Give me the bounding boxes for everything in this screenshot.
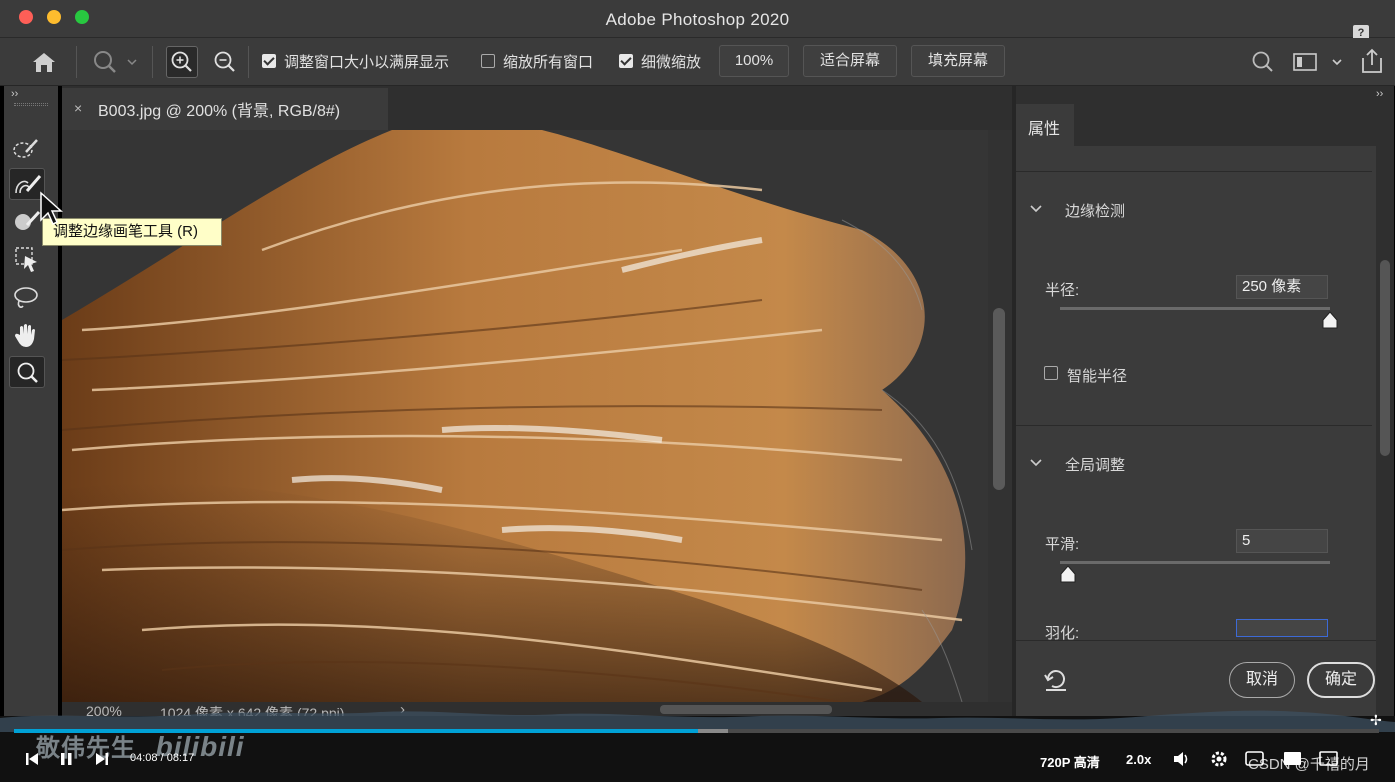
radius-input[interactable]: 250 像素 (1236, 275, 1328, 299)
smooth-input[interactable]: 5 (1236, 529, 1328, 553)
zoom-in-button[interactable] (166, 46, 198, 78)
object-selection-icon (15, 247, 37, 272)
reset-icon[interactable] (1042, 667, 1070, 693)
volume-icon[interactable] (1172, 750, 1192, 768)
radius-label: 半径: (1045, 282, 1080, 299)
canvas-scroll-thumb[interactable] (993, 308, 1005, 490)
panel-grip[interactable] (14, 103, 48, 106)
progress-end-marker-icon: ✢ (1370, 712, 1382, 728)
hand-icon (15, 324, 35, 347)
radius-slider-thumb[interactable] (1321, 310, 1339, 330)
speed-selector[interactable]: 2.0x (1126, 752, 1151, 767)
global-refinements-section-title[interactable]: 全局调整 (1065, 454, 1125, 475)
tool-tooltip: 调整边缘画笔工具 (R) (42, 218, 222, 246)
separator (152, 46, 153, 78)
chevron-down-icon[interactable] (1028, 202, 1044, 216)
csdn-credit: CSDN @千禧的月 (1248, 756, 1370, 773)
separator (76, 46, 77, 78)
zoom-in-icon (171, 51, 192, 72)
smart-radius-label: 智能半径 (1067, 368, 1128, 385)
scrubby-zoom-checkbox[interactable] (619, 54, 633, 68)
ok-button[interactable]: 确定 (1307, 662, 1375, 698)
next-icon[interactable] (94, 750, 110, 768)
zoom-100-button[interactable]: 100% (719, 45, 789, 77)
feather-input[interactable] (1236, 619, 1328, 637)
hand-tool[interactable] (9, 319, 45, 351)
scrubby-zoom-label: 细微缩放 (641, 54, 702, 71)
pause-icon[interactable] (58, 750, 74, 768)
document-tab-title: B003.jpg @ 200% (背景, RGB/8#) (98, 103, 341, 120)
lasso-tool[interactable] (9, 282, 45, 314)
panel-header-strip (1016, 86, 1394, 104)
separator (248, 46, 249, 78)
quick-selection-tool[interactable] (9, 132, 45, 164)
smooth-label: 平滑: (1045, 536, 1080, 553)
image-canvas[interactable] (62, 130, 988, 702)
lasso-icon (14, 287, 38, 308)
quality-selector[interactable]: 720P 高清 (1040, 752, 1100, 771)
collapse-properties-icon[interactable]: ›› (1376, 88, 1383, 100)
home-icon[interactable] (30, 50, 58, 74)
quick-selection-icon (13, 139, 38, 158)
playback-time: 04:08 / 08:17 (130, 752, 195, 764)
properties-scroll-thumb[interactable] (1380, 260, 1390, 456)
object-selection-tool[interactable] (9, 243, 45, 275)
smart-radius-checkbox[interactable] (1044, 366, 1058, 380)
search-icon[interactable] (1250, 49, 1276, 75)
zoom-out-icon[interactable] (210, 47, 240, 77)
radius-slider-track[interactable] (1060, 307, 1330, 310)
zoom-tool-preset-icon[interactable] (90, 48, 140, 76)
zoom-all-windows-label: 缩放所有窗口 (503, 54, 594, 71)
section-divider (1016, 171, 1372, 172)
chevron-down-icon[interactable] (1028, 456, 1044, 470)
zoom-icon (17, 362, 38, 383)
window-title: Adobe Photoshop 2020 (605, 10, 790, 29)
zoom-tool[interactable] (9, 356, 45, 388)
mouse-cursor-icon (40, 191, 63, 226)
cancel-button[interactable]: 取消 (1229, 662, 1295, 698)
fill-screen-button[interactable]: 填充屏幕 (911, 45, 1005, 77)
resize-windows-checkbox[interactable] (262, 54, 276, 68)
workspace-switcher-icon[interactable] (1292, 50, 1348, 74)
collapse-panel-icon[interactable]: ›› (11, 88, 18, 100)
previous-icon[interactable] (24, 750, 40, 768)
edge-detection-section-title[interactable]: 边缘检测 (1065, 200, 1125, 221)
resize-windows-label: 调整窗口大小以满屏显示 (284, 54, 450, 71)
fit-screen-button[interactable]: 适合屏幕 (803, 45, 897, 77)
smooth-slider-track[interactable] (1060, 561, 1330, 564)
video-buffer-bar (698, 729, 728, 733)
hair-image (62, 130, 973, 702)
settings-gear-icon[interactable] (1209, 749, 1229, 769)
smooth-slider-thumb[interactable] (1059, 564, 1077, 584)
zoom-all-windows-checkbox[interactable] (481, 54, 495, 68)
uploader-name: 敬伟先生 (36, 735, 136, 762)
properties-tab-label: 属性 (1028, 121, 1061, 138)
section-divider (1016, 425, 1372, 426)
share-icon[interactable] (1357, 46, 1387, 76)
close-tab-icon[interactable]: × (74, 100, 82, 116)
